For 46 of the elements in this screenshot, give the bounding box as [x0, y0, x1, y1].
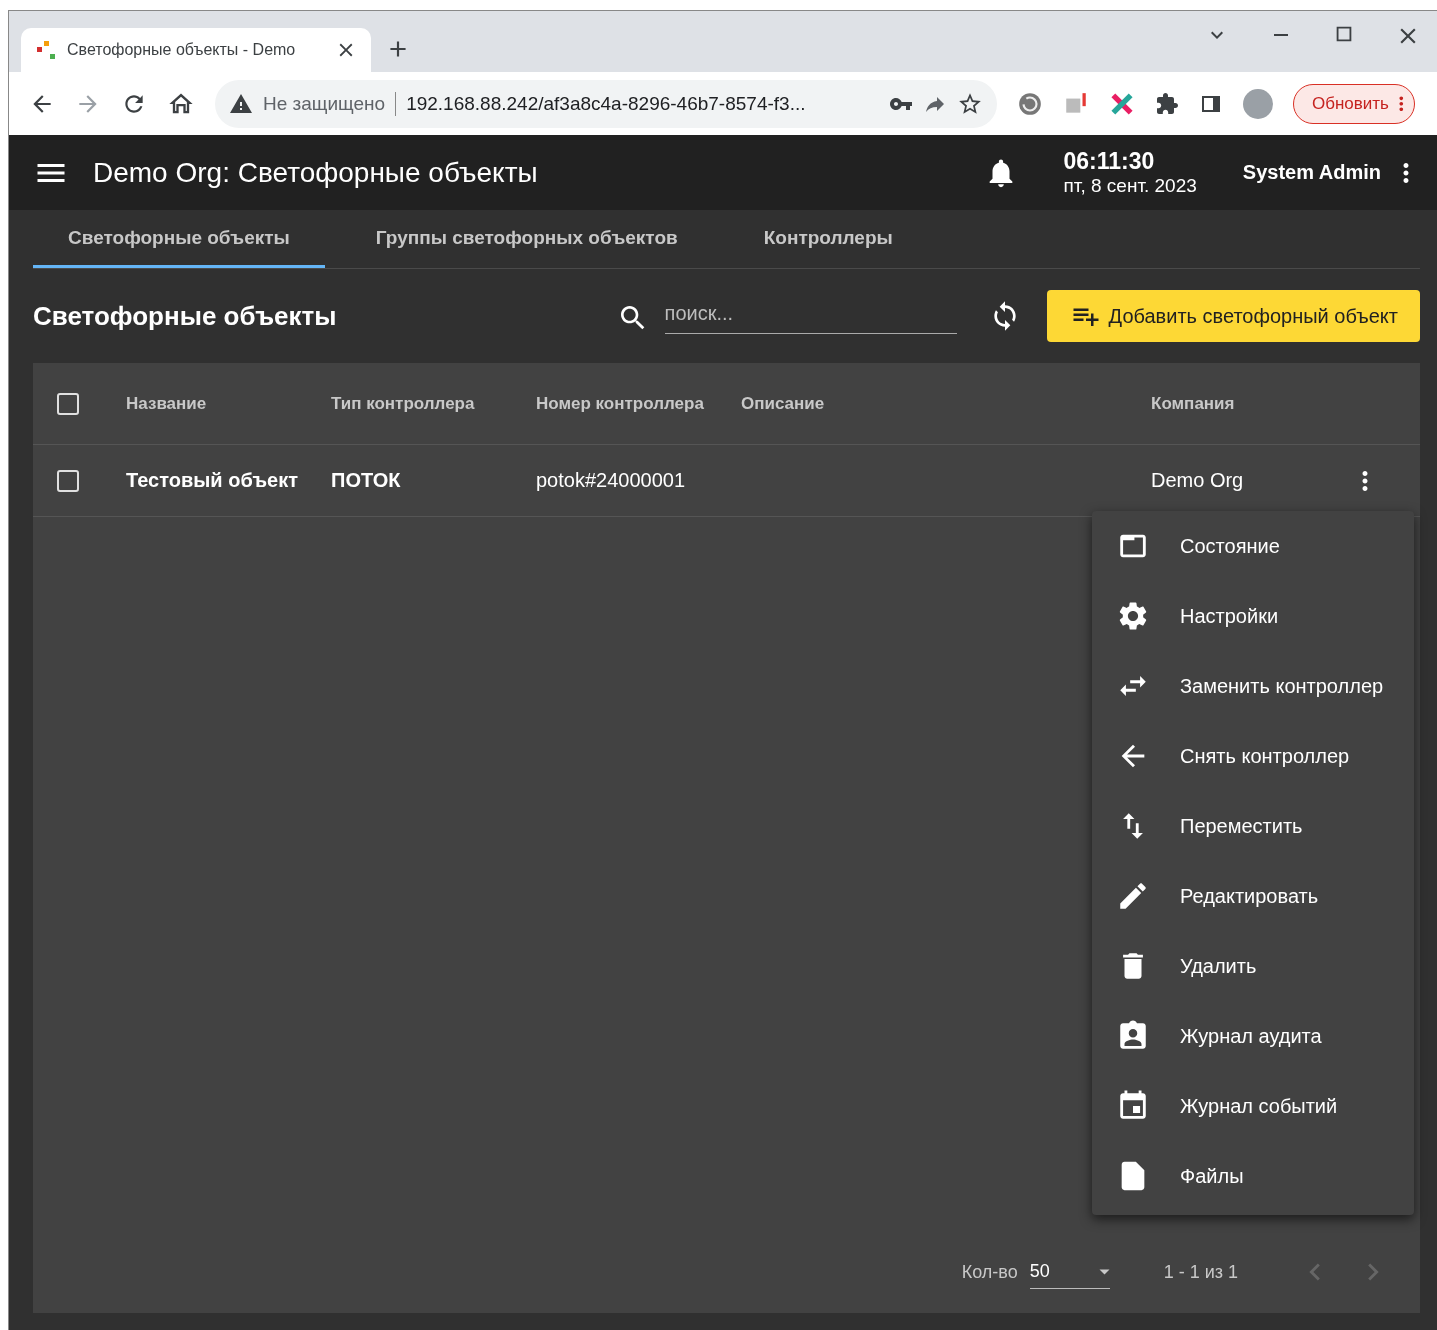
address-bar[interactable]: Не защищено 192.168.88.242/af3a8c4a-8296-46b7-8574-f3... [215, 79, 997, 128]
column-header[interactable]: Номер контроллера [536, 393, 741, 414]
menu-item[interactable]: Журнал событий [1092, 1071, 1414, 1141]
table-cell-text: ПОТОК [331, 469, 402, 492]
menu-item[interactable]: Переместить [1092, 791, 1414, 861]
menu-item[interactable]: Снять контроллер [1092, 721, 1414, 791]
add-button[interactable]: Добавить светофорный объект [1046, 290, 1420, 342]
menu-item[interactable]: Состояние [1092, 511, 1414, 581]
menu-item[interactable]: Файлы [1092, 1141, 1414, 1211]
column-header[interactable]: Описание [741, 393, 1151, 414]
tab-title: Светофорные объекты - Demo [67, 41, 297, 59]
update-button[interactable]: Обновить [1293, 83, 1415, 124]
browser-tab[interactable]: Светофорные объекты - Demo [21, 28, 371, 72]
page-size-label: Кол-во [961, 1261, 1018, 1283]
more-icon [1399, 95, 1404, 112]
page-title: Светофорные объекты [33, 300, 338, 332]
column-header[interactable]: Компания [1151, 393, 1350, 414]
page-range: 1 - 1 из 1 [1163, 1261, 1238, 1283]
menu-item[interactable]: Редактировать [1092, 861, 1414, 931]
s-logo-icon[interactable] [1017, 90, 1043, 117]
avatar[interactable] [1243, 88, 1273, 119]
tab[interactable]: Группы светофорных объектов [340, 210, 713, 268]
url-text: 192.168.88.242/af3a8c4a-8296-46b7-8574-f3... [406, 92, 807, 115]
menu-item[interactable]: Удалить [1092, 931, 1414, 1001]
traffic-logo-icon [35, 39, 57, 61]
menu-item[interactable]: Настройки [1092, 581, 1414, 651]
page-size-select[interactable]: 50 [1029, 1255, 1110, 1289]
puzzle-icon[interactable] [1155, 91, 1179, 116]
checkbox[interactable] [56, 468, 80, 493]
column-header[interactable]: Название [126, 393, 331, 414]
table-cell-text: Demo Org [1151, 469, 1245, 492]
column-header[interactable]: Тип контроллера [331, 393, 536, 414]
dropdown-icon [1098, 1268, 1110, 1275]
security-label: Не защищено [263, 92, 386, 115]
menu-item[interactable]: Журнал аудита [1092, 1001, 1414, 1071]
app-title: Demo Org: Светофорные объекты [93, 156, 539, 189]
search-field[interactable]: поиск... [664, 298, 957, 334]
tab[interactable]: Контроллеры [728, 210, 928, 268]
clock-time: 06:11:30 [1063, 148, 1156, 175]
menu-item[interactable]: Заменить контроллер [1092, 651, 1414, 721]
user-name: System Admin [1242, 161, 1381, 184]
table-cell-text: Тестовый объект [126, 469, 299, 492]
table-cell-text: potok#24000001 [536, 469, 687, 492]
checkbox[interactable] [56, 391, 80, 416]
clock-date: пт, 8 сент. 2023 [1063, 175, 1197, 197]
tab[interactable]: Светофорные объекты [33, 210, 325, 268]
